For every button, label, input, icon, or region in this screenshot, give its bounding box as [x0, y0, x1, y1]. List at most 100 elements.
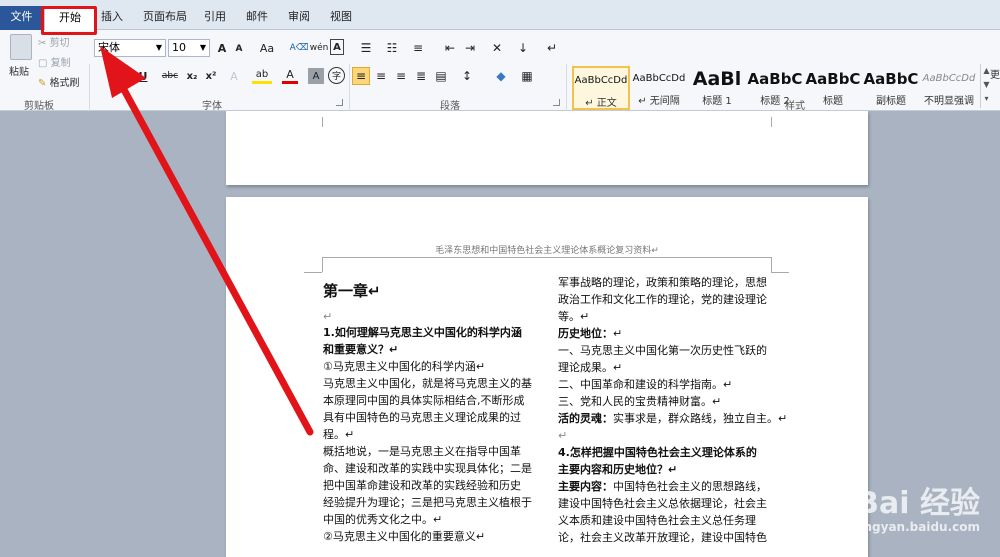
cut-label: 剪切 [50, 38, 70, 49]
tab-references[interactable]: 引用 [204, 8, 226, 24]
style-name: 副标题 [862, 92, 920, 107]
style-name: 标题 [804, 92, 862, 107]
ribbon-tab-bar: 文件 开始 插入 页面布局 引用 邮件 审阅 视图 [0, 0, 1000, 30]
bold-label: 历史地位： [558, 327, 613, 340]
sort-button[interactable]: ↓ [514, 40, 532, 56]
style-sample: AaBbCcDd [574, 68, 628, 94]
font-size-value: 10 [172, 41, 186, 54]
enclose-char-button[interactable]: 字 [328, 67, 345, 84]
superscript-button[interactable]: x² [202, 68, 220, 84]
ribbon-home: 粘贴 ✂ 剪切 ▢ 复制 ✎ 格式刷 剪贴板 宋体▼ 10▼ A A Aa A⌫… [0, 30, 1000, 111]
line-spacing-button[interactable]: ↕ [456, 67, 478, 85]
char-shading-button[interactable]: A [308, 68, 324, 84]
style-sample: AaBbC [862, 66, 920, 92]
highlight-color-button[interactable]: ab [252, 68, 272, 84]
document-area: 毛泽东思想和中国特色社会主义理论体系概论复习资料↵ 第一章↵ ↵ 1.如何理解马… [0, 111, 1000, 546]
font-group-label: 字体 [202, 97, 222, 112]
margin-mark [771, 272, 789, 273]
body-line: 具有中国特色的马克思主义理论成果的过 [323, 410, 521, 427]
shading-button[interactable]: ◆ [490, 67, 512, 85]
dialog-launcher-icon[interactable] [553, 99, 560, 106]
shrink-font-button[interactable]: A [232, 42, 246, 56]
margin-mark [322, 257, 323, 272]
body-line: ①马克思主义中国化的科学内涵↵ [323, 359, 485, 376]
tab-mailings[interactable]: 邮件 [246, 8, 268, 24]
body-line: 主要内容：中国特色社会主义的思想路线， [558, 479, 767, 496]
style-subtitle[interactable]: AaBbC 副标题 [862, 66, 920, 110]
style-sample: AaBbC [746, 66, 804, 92]
tab-review[interactable]: 审阅 [288, 8, 310, 24]
align-right-button[interactable]: ≡ [392, 67, 410, 85]
align-left-button[interactable]: ≡ [352, 67, 370, 85]
style-heading-1[interactable]: AaBl 标题 1 [688, 66, 746, 110]
chevron-down-icon: ▼ [156, 40, 162, 56]
clear-format-button[interactable]: A⌫ [290, 39, 308, 57]
clipboard-group-label: 剪贴板 [24, 97, 54, 112]
copy-button[interactable]: ▢ 复制 [38, 54, 71, 69]
underline-button[interactable]: U [136, 68, 150, 84]
grow-font-button[interactable]: A [214, 40, 230, 56]
dialog-launcher-icon[interactable] [336, 99, 343, 106]
change-case-button[interactable]: Aa [256, 40, 278, 56]
cut-button[interactable]: ✂ 剪切 [38, 34, 70, 49]
tab-page-layout[interactable]: 页面布局 [143, 8, 187, 24]
style-sample: AaBl [688, 66, 746, 92]
style-name: ↵ 正文 [574, 94, 628, 109]
style-sample: AaBbCcDd [920, 66, 978, 92]
bullets-button[interactable]: ☰ [355, 40, 377, 56]
body-line: 本原理同中国的具体实际相结合,不断形成 [323, 393, 525, 410]
numbering-button[interactable]: ☷ [381, 40, 403, 56]
tab-view[interactable]: 视图 [330, 8, 352, 24]
tab-file[interactable]: 文件 [0, 6, 43, 30]
style-name: 不明显强调 [920, 92, 978, 107]
bold-label: 主要内容： [558, 480, 613, 493]
format-painter-button[interactable]: ✎ 格式刷 [38, 74, 80, 89]
style-title[interactable]: AaBbC 标题 [804, 66, 862, 110]
borders-button[interactable]: ▦ [516, 67, 538, 85]
paste-button[interactable]: 粘贴 [9, 63, 29, 78]
body-line: 概括地说，一是马克思主义在指导中国革 [323, 444, 521, 461]
copy-label: 复制 [51, 58, 71, 69]
body-line: 等。↵ [558, 309, 589, 326]
font-color-button[interactable]: A [282, 68, 298, 84]
strikethrough-button[interactable]: abc [160, 68, 180, 84]
margin-mark [771, 257, 772, 272]
format-painter-label: 格式刷 [50, 78, 80, 89]
subscript-button[interactable]: x₂ [183, 68, 201, 84]
body-line: 三、党和人民的宝贵精神财富。↵ [558, 394, 721, 411]
style-name: ↵ 无间隔 [630, 92, 688, 107]
increase-indent-button[interactable]: ⇥ [461, 40, 479, 56]
tab-insert[interactable]: 插入 [101, 8, 123, 24]
text-effects-button[interactable]: A [226, 68, 242, 84]
style-subtle-emphasis[interactable]: AaBbCcDd 不明显强调 [920, 66, 978, 110]
blank-paragraph: ↵ [323, 309, 332, 326]
paragraph-group-label: 段落 [440, 97, 460, 112]
font-name-combo[interactable]: 宋体▼ [94, 39, 166, 57]
style-no-spacing[interactable]: AaBbCcDd ↵ 无间隔 [630, 66, 688, 110]
body-line: 建设中国特色社会主义总依据理论，社会主 [558, 496, 767, 513]
align-center-button[interactable]: ≡ [372, 67, 390, 85]
line-rest: 实事求是，群众路线，独立自主。↵ [613, 412, 787, 425]
decrease-indent-button[interactable]: ⇤ [441, 40, 459, 56]
body-line: 活的灵魂：实事求是，群众路线，独立自主。↵ [558, 411, 787, 428]
change-styles-button[interactable]: 更 [990, 66, 1000, 81]
body-line: 中国的优秀文化之中。↵ [323, 512, 442, 529]
styles-group-label: 样式 [785, 97, 805, 112]
show-marks-button[interactable]: ↵ [545, 40, 559, 56]
font-size-combo[interactable]: 10▼ [168, 39, 210, 57]
char-border-button[interactable]: A [330, 39, 344, 55]
line-rest: ↵ [613, 327, 622, 340]
distributed-button[interactable]: ▤ [432, 67, 450, 85]
pinyin-guide-button[interactable]: wén [310, 39, 328, 57]
body-line: 马克思主义中国化，就是将马克思主义的基 [323, 376, 532, 393]
document-page[interactable]: 毛泽东思想和中国特色社会主义理论体系概论复习资料↵ 第一章↵ ↵ 1.如何理解马… [226, 197, 868, 557]
style-name: 标题 1 [688, 92, 746, 107]
body-line: 政治工作和文化工作的理论，党的建设理论 [558, 292, 767, 309]
margin-mark [304, 272, 322, 273]
chinese-layout-button[interactable]: ✕ [486, 40, 508, 56]
justify-button[interactable]: ≣ [412, 67, 430, 85]
document-page[interactable] [226, 111, 868, 185]
style-normal[interactable]: AaBbCcDd ↵ 正文 [572, 66, 630, 110]
copy-icon: ▢ [38, 58, 51, 69]
multilevel-list-button[interactable]: ≡ [407, 40, 429, 56]
